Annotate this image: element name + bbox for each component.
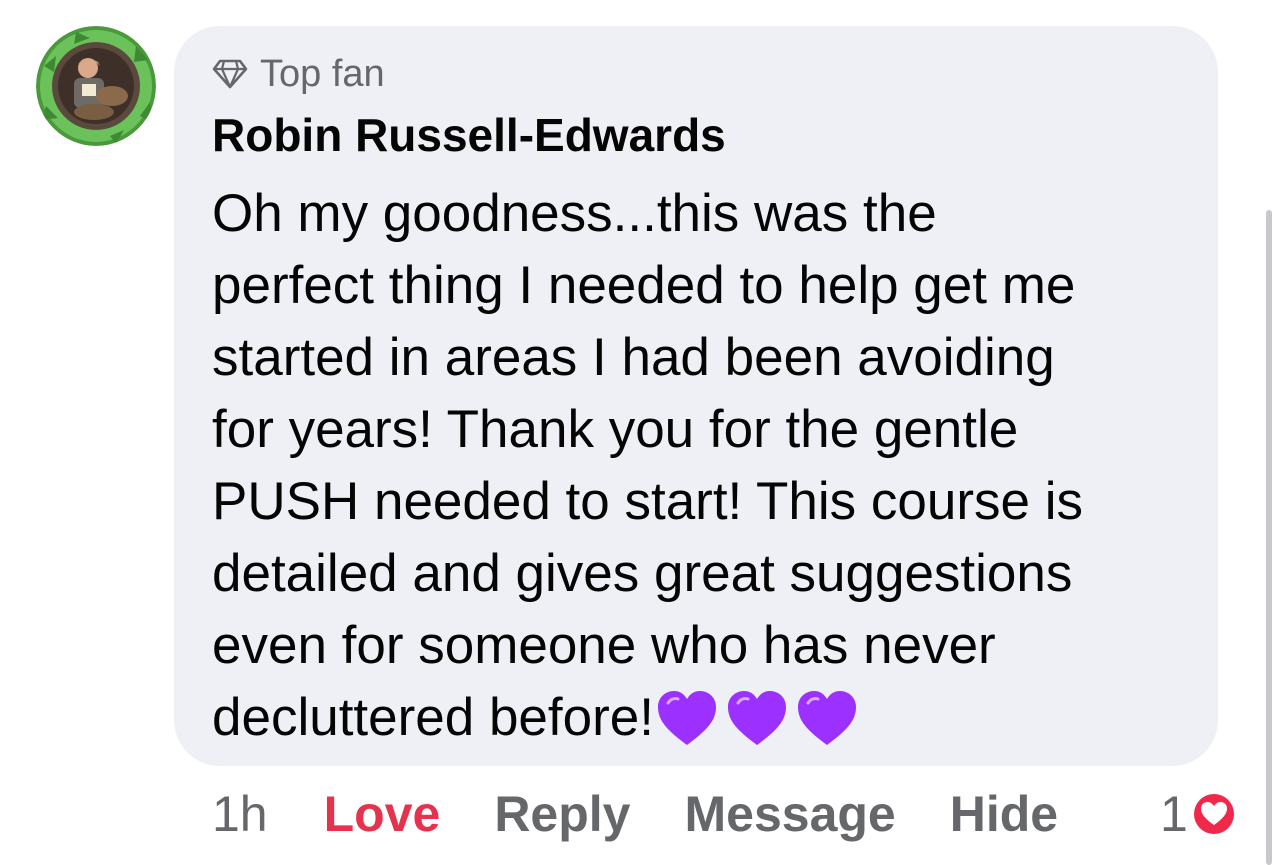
reaction-count: 1	[1160, 786, 1188, 842]
comment-actions: 1h Love Reply Message Hide	[212, 784, 1112, 844]
purple-heart-icon	[797, 691, 856, 745]
message-button[interactable]: Message	[685, 785, 896, 843]
comment-body: Oh my goodness...this was the perfect th…	[212, 178, 1202, 754]
scrollbar[interactable]	[1266, 210, 1272, 865]
love-button[interactable]: Love	[324, 785, 441, 843]
heart-reaction-icon	[1190, 791, 1237, 837]
top-fan-label: Top fan	[260, 52, 385, 95]
comment-view: Top fan Robin Russell-Edwards Oh my good…	[0, 0, 1284, 865]
comment-timestamp[interactable]: 1h	[212, 785, 268, 843]
comment-text: Oh my goodness...this was the perfect th…	[212, 184, 1083, 747]
reaction-summary[interactable]: 1	[1160, 784, 1238, 844]
emoji-group	[656, 689, 866, 747]
author-name[interactable]: Robin Russell-Edwards	[212, 108, 726, 162]
purple-heart-icon	[657, 691, 716, 745]
avatar-image	[36, 26, 156, 146]
avatar[interactable]	[36, 26, 156, 146]
diamond-icon	[212, 59, 248, 89]
purple-heart-icon	[727, 691, 786, 745]
top-fan-badge: Top fan	[212, 52, 385, 96]
hide-button[interactable]: Hide	[950, 785, 1058, 843]
reply-button[interactable]: Reply	[494, 785, 630, 843]
